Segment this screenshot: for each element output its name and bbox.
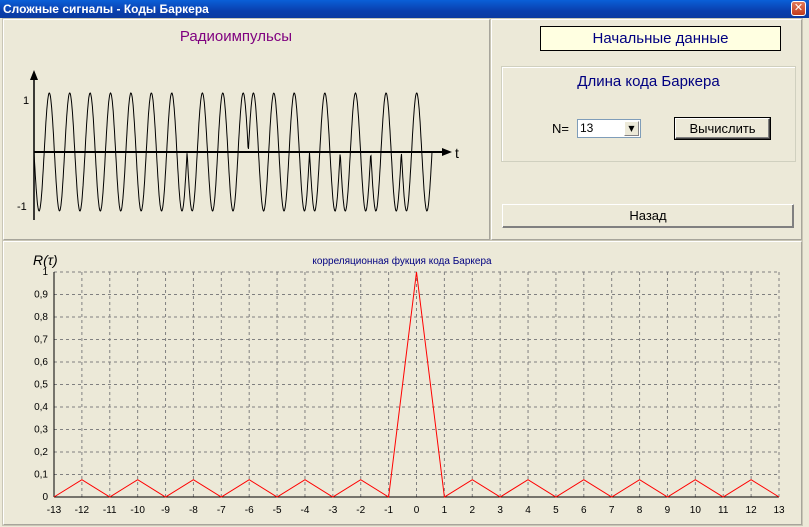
radio-pulses-title: Радиоимпульсы: [180, 28, 292, 45]
y-tick-label: 0,2: [34, 447, 48, 458]
close-icon: ✕: [793, 1, 804, 14]
x-tick-label: 5: [553, 505, 559, 516]
x-tick-label: 13: [773, 505, 785, 516]
barker-length-group: Длина кода Баркера: [501, 66, 796, 162]
n-label: N=: [552, 121, 569, 136]
chevron-down-icon[interactable]: ▼: [624, 121, 639, 136]
x-tick-label: 0: [414, 505, 420, 516]
x-tick-label: 6: [581, 505, 587, 516]
x-tick-label: -5: [273, 505, 282, 516]
x-tick-label: -9: [161, 505, 170, 516]
correlation-panel: R(τ) корреляционная фукция кода Баркера …: [2, 240, 803, 526]
pulse-axis-t-label: t: [455, 145, 459, 161]
x-tick-label: -8: [189, 505, 198, 516]
x-tick-label: 10: [690, 505, 702, 516]
close-button[interactable]: ✕: [791, 1, 806, 16]
x-tick-label: -4: [301, 505, 310, 516]
y-tick-label: 0,6: [34, 357, 48, 368]
x-tick-label: -13: [47, 505, 62, 516]
y-tick-label: 0,3: [34, 425, 48, 436]
x-tick-label: -7: [217, 505, 226, 516]
x-tick-label: -2: [356, 505, 365, 516]
x-tick-label: 2: [469, 505, 475, 516]
title-bar: Сложные сигналы - Коды Баркера ✕: [0, 0, 809, 18]
y-tick-label: 0,1: [34, 470, 48, 481]
back-button[interactable]: Назад: [502, 204, 794, 228]
y-tick-label: 0,4: [34, 402, 48, 413]
y-tick-label: 1: [42, 267, 48, 278]
x-tick-label: 8: [637, 505, 643, 516]
x-tick-label: 7: [609, 505, 615, 516]
y-tick-label: 0: [42, 492, 48, 503]
calculate-button[interactable]: Вычислить: [675, 118, 770, 139]
x-tick-label: 3: [497, 505, 503, 516]
n-select[interactable]: 13 ▼: [577, 119, 641, 138]
x-tick-label: -11: [103, 505, 117, 516]
n-select-value: 13: [580, 121, 594, 135]
window-title: Сложные сигналы - Коды Баркера: [3, 2, 209, 16]
pulse-y-arrow: [30, 70, 38, 80]
x-tick-label: -3: [328, 505, 337, 516]
x-tick-label: 9: [665, 505, 671, 516]
y-tick-label: 0,7: [34, 335, 48, 346]
pulse-tick-minus1: -1: [17, 201, 27, 213]
y-tick-label: 0,8: [34, 312, 48, 323]
radio-pulses-panel: Радиоимпульсы t 1 -1: [2, 18, 491, 241]
chart-title: корреляционная фукция кода Баркера: [312, 255, 492, 267]
x-tick-label: 1: [442, 505, 448, 516]
barker-length-title: Длина кода Баркера: [577, 73, 720, 90]
x-tick-label: 11: [718, 505, 729, 516]
radio-pulses-plot: Радиоимпульсы t 1 -1: [17, 28, 459, 220]
x-tick-label: -6: [245, 505, 254, 516]
x-tick-label: 4: [525, 505, 531, 516]
correlation-chart: R(τ) корреляционная фукция кода Баркера …: [33, 252, 785, 516]
y-tick-label: 0,5: [34, 380, 48, 391]
x-tick-label: -12: [75, 505, 90, 516]
pulse-t-arrow: [442, 148, 452, 156]
y-tick-label: 0,9: [34, 290, 48, 301]
chart-ylabel: R(τ): [33, 252, 58, 268]
x-tick-label: -10: [130, 505, 145, 516]
initial-data-label: Начальные данные: [540, 26, 781, 51]
x-tick-label: 12: [746, 505, 758, 516]
x-tick-label: -1: [384, 505, 393, 516]
pulse-tick-1: 1: [23, 95, 29, 107]
